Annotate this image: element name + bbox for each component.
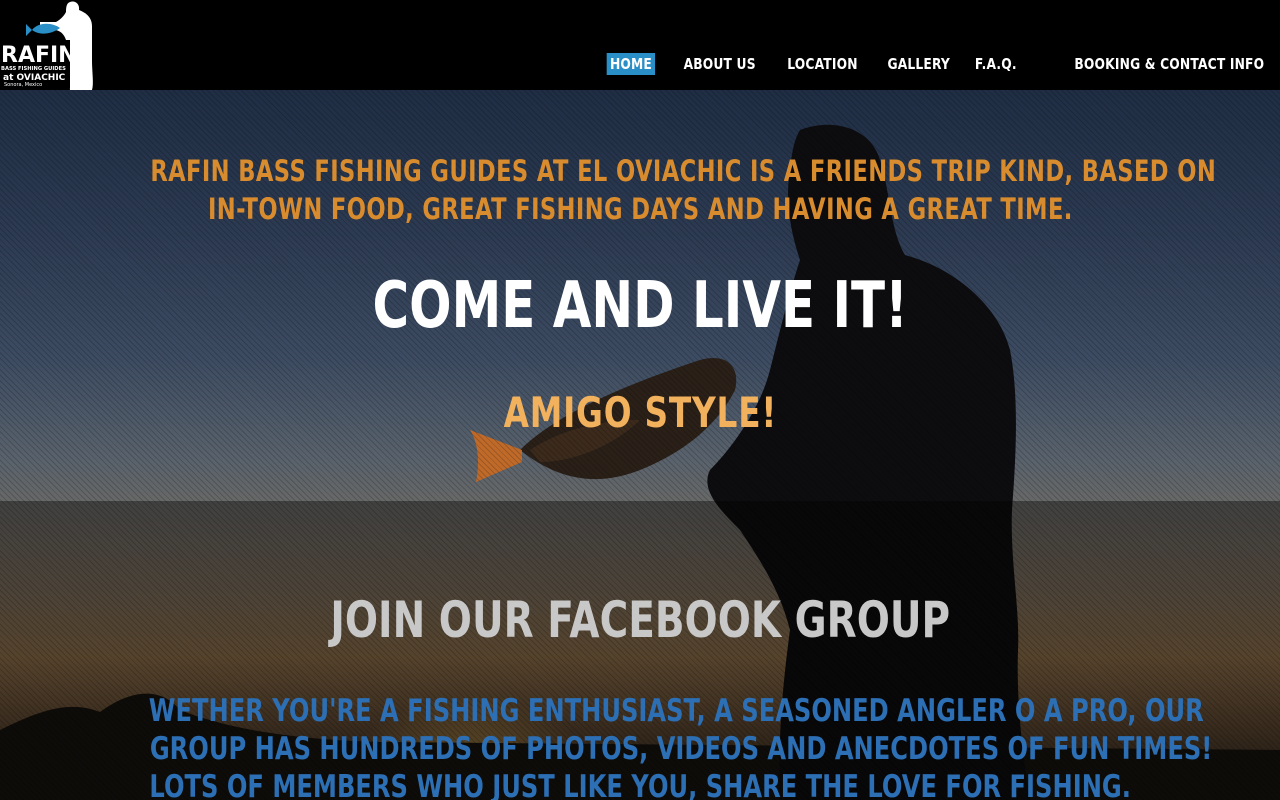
- logo-line1: BASS FISHING GUIDES: [1, 66, 66, 72]
- hero-subheadline: AMIGO STYLE!: [503, 388, 777, 437]
- nav-faq[interactable]: F.A.Q.: [972, 53, 1020, 75]
- nav-location[interactable]: LOCATION: [784, 53, 861, 75]
- hero-headline: COME AND LIVE IT!: [372, 269, 908, 343]
- nav-about-us[interactable]: ABOUT US: [681, 53, 760, 75]
- nav-booking-contact[interactable]: BOOKING & CONTACT INFO: [1072, 53, 1268, 75]
- facebook-group-text: WETHER YOU'RE A FISHING ENTHUSIAST, A SE…: [0, 692, 1280, 800]
- intro-line-1: RAFIN BASS FISHING GUIDES AT EL OVIACHIC…: [150, 154, 1217, 188]
- intro-line-2: IN-TOWN FOOD, GREAT FISHING DAYS AND HAV…: [207, 192, 1073, 226]
- facebook-group-title: JOIN OUR FACEBOOK GROUP: [330, 591, 950, 649]
- site-header: RAFIN BASS FISHING GUIDES at OVIACHIC So…: [0, 0, 1280, 90]
- fb-text-line-3: LOTS OF MEMBERS WHO JUST LIKE YOU, SHARE…: [149, 769, 1131, 800]
- site-logo[interactable]: RAFIN BASS FISHING GUIDES at OVIACHIC So…: [0, 0, 96, 90]
- fisherman-logo-icon: RAFIN BASS FISHING GUIDES at OVIACHIC So…: [0, 1, 93, 90]
- fb-text-line-2: GROUP HAS HUNDREDS OF PHOTOS, VIDEOS AND…: [149, 731, 1213, 767]
- nav-home[interactable]: HOME: [606, 53, 656, 75]
- logo-line3: Sonora, Mexico: [4, 82, 42, 88]
- logo-name: RAFIN: [1, 43, 77, 68]
- nav-gallery[interactable]: GALLERY: [884, 53, 953, 75]
- intro-text: RAFIN BASS FISHING GUIDES AT EL OVIACHIC…: [0, 152, 1280, 228]
- hero-section: RAFIN BASS FISHING GUIDES AT EL OVIACHIC…: [0, 90, 1280, 800]
- main-nav: HOME ABOUT US LOCATION GALLERY F.A.Q. BO…: [588, 53, 1268, 75]
- fb-text-line-1: WETHER YOU'RE A FISHING ENTHUSIAST, A SE…: [148, 693, 1204, 729]
